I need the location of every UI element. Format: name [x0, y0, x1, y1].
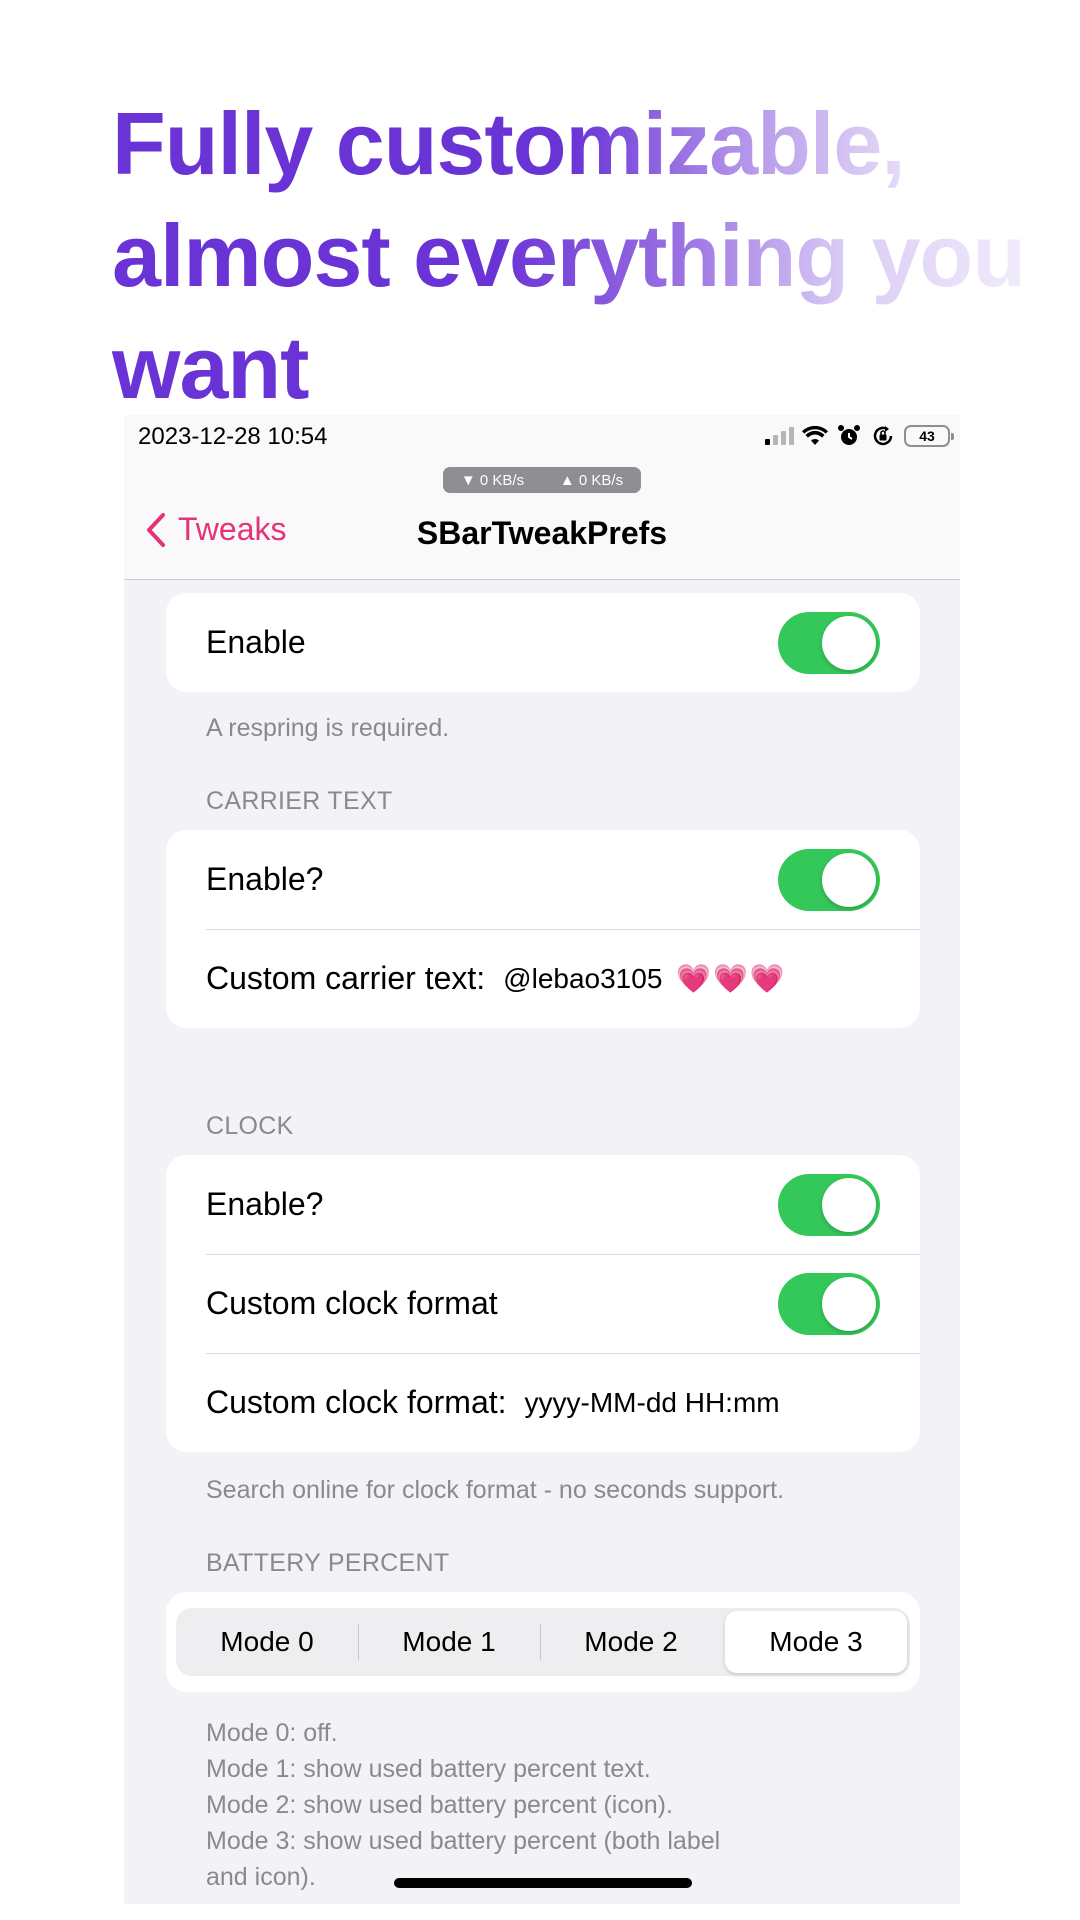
mode-1-segment[interactable]: Mode 1 — [358, 1608, 540, 1676]
upload-speed: ▲ 0 KB/s — [559, 471, 624, 489]
carrier-text-label: Custom carrier text: — [206, 960, 486, 996]
battery-note-line: and icon). — [206, 1863, 316, 1891]
carrier-enable-label: Enable? — [206, 861, 324, 897]
clock-card: Enable? Custom clock format Custom clock… — [166, 1155, 920, 1452]
headline-line-2: almost everything you — [112, 200, 1026, 312]
carrier-text-row[interactable]: Custom carrier text: @lebao3105 💗💗💗 — [166, 929, 920, 1028]
carrier-text-value: @lebao3105 — [503, 963, 663, 994]
clock-format-field[interactable]: yyyy-MM-dd HH:mm — [525, 1387, 780, 1419]
network-speed-badge: ▼ 0 KB/s ▲ 0 KB/s — [443, 467, 641, 493]
enable-toggle[interactable] — [778, 612, 880, 674]
phone-screen: 2023-12-28 10:54 43 ▼ 0 KB/s ▲ 0 KB/s Tw… — [124, 415, 960, 1904]
promo-headline: Fully customizable, almost everything yo… — [112, 88, 1032, 424]
clock-section-header: CLOCK — [206, 1112, 294, 1140]
enable-card: Enable — [166, 593, 920, 692]
clock-format-label: Custom clock format: — [206, 1384, 507, 1420]
carrier-section-header: CARRIER TEXT — [206, 787, 393, 815]
battery-section-header: BATTERY PERCENT — [206, 1549, 450, 1577]
orientation-lock-icon — [870, 423, 896, 449]
headline-line-3: want — [112, 318, 309, 417]
carrier-enable-row: Enable? — [166, 830, 920, 929]
custom-clock-format-toggle[interactable] — [778, 1273, 880, 1335]
status-bar-time: 2023-12-28 10:54 — [138, 423, 328, 450]
carrier-card: Enable? Custom carrier text: @lebao3105 … — [166, 830, 920, 1028]
page-title: SBarTweakPrefs — [416, 515, 668, 551]
mode-3-segment[interactable]: Mode 3 — [725, 1611, 907, 1673]
navigation-area: 2023-12-28 10:54 43 ▼ 0 KB/s ▲ 0 KB/s Tw… — [124, 415, 960, 580]
clock-enable-toggle[interactable] — [778, 1174, 880, 1236]
carrier-text-field[interactable]: @lebao3105 💗💗💗 — [503, 962, 787, 995]
home-indicator[interactable] — [394, 1878, 692, 1888]
battery-card: Mode 0 Mode 1 Mode 2 Mode 3 — [166, 1592, 920, 1692]
custom-clock-format-toggle-label: Custom clock format — [206, 1285, 498, 1321]
clock-enable-row: Enable? — [166, 1155, 920, 1254]
custom-clock-format-row: Custom clock format — [166, 1254, 920, 1353]
battery-note-line: Mode 1: show used battery percent text. — [206, 1755, 651, 1783]
battery-note-line: Mode 2: show used battery percent (icon)… — [206, 1791, 673, 1819]
respring-note: A respring is required. — [206, 714, 450, 742]
battery-icon: 43 — [904, 425, 954, 447]
cellular-signal-icon — [765, 427, 794, 445]
download-speed: ▼ 0 KB/s — [460, 471, 525, 489]
enable-row: Enable — [166, 593, 920, 692]
headline-line-1: Fully customizable, — [112, 88, 906, 200]
battery-note-line: Mode 0: off. — [206, 1719, 338, 1747]
clock-enable-label: Enable? — [206, 1186, 324, 1222]
enable-label: Enable — [206, 624, 306, 660]
battery-note-line: Mode 3: show used battery percent (both … — [206, 1827, 721, 1855]
carrier-text-emoji: 💗💗💗 — [676, 963, 787, 994]
battery-level: 43 — [919, 428, 935, 444]
status-icons: 43 — [765, 423, 954, 449]
mode-0-segment[interactable]: Mode 0 — [176, 1608, 358, 1676]
battery-mode-notes: Mode 0: off. Mode 1: show used battery p… — [206, 1715, 720, 1895]
carrier-enable-toggle[interactable] — [778, 849, 880, 911]
clock-format-note: Search online for clock format - no seco… — [206, 1476, 785, 1504]
wifi-icon — [802, 423, 828, 449]
mode-2-segment[interactable]: Mode 2 — [540, 1608, 722, 1676]
alarm-icon — [836, 423, 862, 449]
battery-mode-segmented-control: Mode 0 Mode 1 Mode 2 Mode 3 — [176, 1608, 910, 1676]
clock-format-row[interactable]: Custom clock format: yyyy-MM-dd HH:mm — [166, 1353, 920, 1452]
